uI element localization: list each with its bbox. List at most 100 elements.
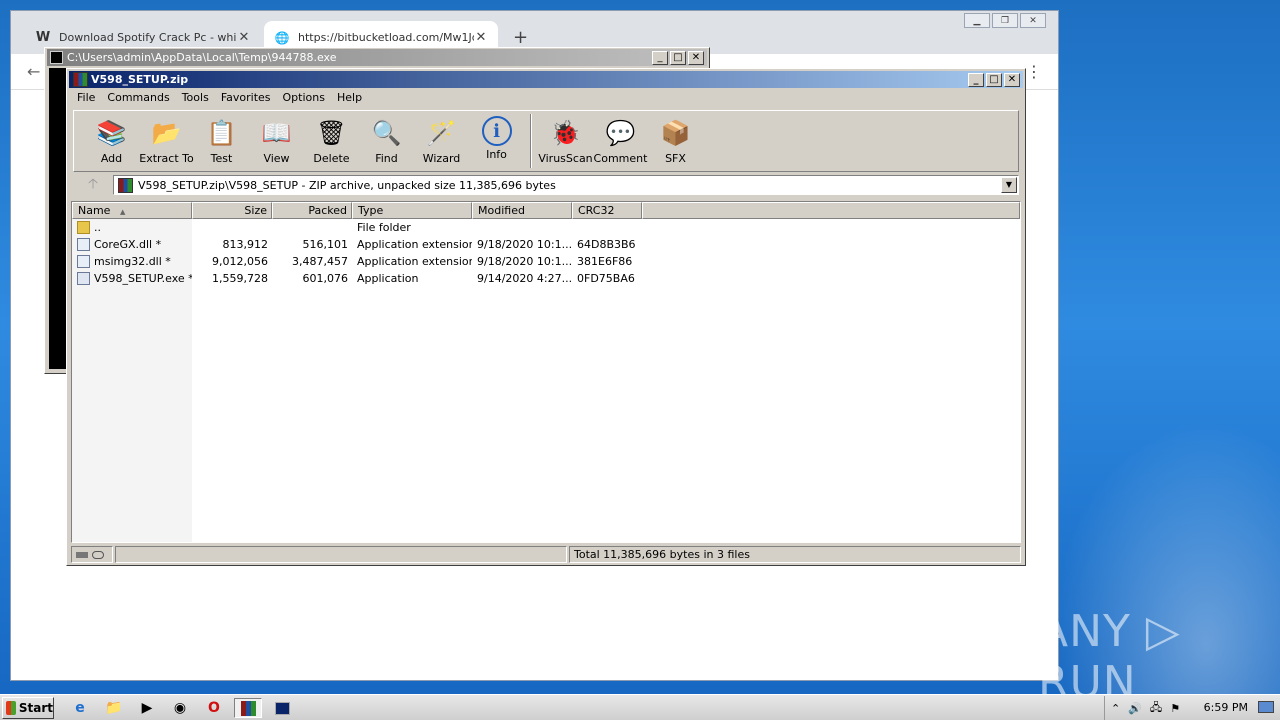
- console-title-text: C:\Users\admin\AppData\Local\Temp\944788…: [67, 51, 337, 64]
- new-tab-button[interactable]: +: [513, 27, 528, 48]
- tray-expand-icon[interactable]: ⌃: [1111, 702, 1120, 715]
- close-button[interactable]: ✕: [688, 51, 704, 65]
- table-row[interactable]: msimg32.dll * 9,012,056 3,487,457 Applic…: [72, 253, 1020, 270]
- menu-tools[interactable]: Tools: [180, 89, 215, 107]
- menu-help[interactable]: Help: [335, 89, 368, 107]
- chrome-icon[interactable]: ◉: [166, 698, 194, 718]
- clock[interactable]: 6:59 PM: [1204, 701, 1248, 714]
- view-label: View: [263, 152, 290, 165]
- volume-icon[interactable]: 🔊: [1128, 702, 1142, 715]
- taskbar: Start e 📁 ▶ ◉ O ⌃ 🔊 🖧 ⚑ 6:59 PM: [0, 694, 1280, 720]
- winrar-logo-icon: [73, 72, 88, 87]
- maximize-button[interactable]: □: [670, 51, 686, 65]
- tab-close-icon[interactable]: ✕: [474, 30, 488, 45]
- add-label: Add: [100, 152, 123, 165]
- menu-favorites[interactable]: Favorites: [219, 89, 277, 107]
- up-arrow-icon[interactable]: 🡡: [73, 173, 113, 197]
- delete-label: Delete: [313, 152, 350, 165]
- path-dropdown-arrow-icon[interactable]: ▼: [1001, 177, 1017, 193]
- extract-to-label: Extract To: [139, 152, 194, 165]
- add-archive-icon: 📚: [96, 119, 127, 147]
- winrar-toolbar: 📚 Add 📂 Extract To 📋 Test 📖 View 🗑 Delet…: [73, 110, 1019, 172]
- back-arrow-icon[interactable]: ←: [27, 62, 40, 81]
- test-button[interactable]: 📋 Test: [194, 111, 249, 171]
- start-button[interactable]: Start: [2, 697, 54, 719]
- windows-logo-icon: [6, 701, 16, 715]
- add-button[interactable]: 📚 Add: [84, 111, 139, 171]
- console-icon: [50, 51, 63, 64]
- menu-commands[interactable]: Commands: [105, 89, 175, 107]
- close-button[interactable]: ✕: [1020, 13, 1046, 28]
- menu-options[interactable]: Options: [281, 89, 331, 107]
- show-desktop-button[interactable]: [1258, 701, 1274, 713]
- network-icon[interactable]: 🖧: [1150, 699, 1162, 718]
- console-taskbar-icon[interactable]: [268, 698, 296, 718]
- virusscan-button[interactable]: 🐞 VirusScan: [538, 111, 593, 171]
- info-button[interactable]: ℹ Info: [469, 111, 524, 171]
- maximize-button[interactable]: ❐: [992, 13, 1018, 28]
- winrar-window: V598_SETUP.zip _ □ ✕ File Commands Tools…: [66, 68, 1026, 566]
- folder-icon: [77, 221, 90, 234]
- archive-path-field[interactable]: V598_SETUP.zip\V598_SETUP - ZIP archive,…: [113, 175, 1019, 195]
- winrar-menubar: File Commands Tools Favorites Options He…: [69, 89, 1023, 107]
- archive-icon: [118, 177, 133, 193]
- dll-file-icon: [77, 238, 90, 251]
- toolbar-separator: [530, 114, 532, 168]
- file-packed: 3,487,457: [292, 255, 348, 268]
- extract-to-button[interactable]: 📂 Extract To: [139, 111, 194, 171]
- maximize-button[interactable]: □: [986, 73, 1002, 87]
- minimize-button[interactable]: ▁: [964, 13, 990, 28]
- sfx-button[interactable]: 📦 SFX: [648, 111, 703, 171]
- system-tray: ⌃ 🔊 🖧 ⚑: [1104, 696, 1280, 720]
- address-row: 🡡 V598_SETUP.zip\V598_SETUP - ZIP archiv…: [73, 173, 1019, 197]
- browser-window-controls: ▁ ❐ ✕: [962, 13, 1046, 28]
- minimize-button[interactable]: _: [968, 73, 984, 87]
- column-header-crc32[interactable]: CRC32: [572, 202, 642, 219]
- column-header-modified[interactable]: Modified: [472, 202, 572, 219]
- anyrun-watermark: ANY ▷ RUN: [1038, 606, 1181, 708]
- column-name-label: Name: [78, 204, 111, 217]
- opera-icon[interactable]: O: [200, 698, 228, 718]
- column-header-type[interactable]: Type: [352, 202, 472, 219]
- browser-menu-icon[interactable]: ⋮: [1026, 62, 1042, 81]
- flag-icon[interactable]: ⚑: [1170, 702, 1180, 715]
- tab-title: Download Spotify Crack Pc - whichbr: [59, 31, 237, 44]
- find-button[interactable]: 🔍 Find: [359, 111, 414, 171]
- status-drive-icons[interactable]: [71, 546, 113, 563]
- console-titlebar[interactable]: C:\Users\admin\AppData\Local\Temp\944788…: [47, 49, 707, 66]
- table-row[interactable]: CoreGX.dll * 813,912 516,101 Application…: [72, 236, 1020, 253]
- bug-icon: 🐞: [550, 119, 581, 147]
- close-button[interactable]: ✕: [1004, 73, 1020, 87]
- media-player-icon[interactable]: ▶: [133, 698, 161, 718]
- start-label: Start: [18, 701, 53, 715]
- winrar-titlebar[interactable]: V598_SETUP.zip _ □ ✕: [69, 71, 1023, 88]
- wizard-button[interactable]: 🪄 Wizard: [414, 111, 469, 171]
- menu-file[interactable]: File: [75, 89, 101, 107]
- file-name: CoreGX.dll *: [94, 238, 162, 251]
- exe-file-icon: [77, 272, 90, 285]
- winrar-taskbar-icon[interactable]: [234, 698, 262, 718]
- comment-button[interactable]: 💬 Comment: [593, 111, 648, 171]
- column-header-packed[interactable]: Packed: [272, 202, 352, 219]
- file-list: Name ▲ Size Packed Type Modified CRC32 .…: [71, 201, 1021, 543]
- column-header-size[interactable]: Size: [192, 202, 272, 219]
- file-rows: .. File folder CoreGX.dll * 813,912 516,…: [72, 219, 1020, 287]
- info-icon: ℹ: [481, 116, 512, 146]
- file-crc: 0FD75BA6: [577, 272, 635, 285]
- minimize-button[interactable]: _: [652, 51, 668, 65]
- tab-close-icon[interactable]: ✕: [237, 30, 251, 45]
- file-explorer-icon[interactable]: 📁: [100, 698, 128, 718]
- delete-button[interactable]: 🗑 Delete: [304, 111, 359, 171]
- internet-explorer-icon[interactable]: e: [66, 698, 94, 718]
- magnifier-icon: 🔍: [371, 119, 402, 147]
- view-button[interactable]: 📖 View: [249, 111, 304, 171]
- column-header-name[interactable]: Name ▲: [72, 202, 192, 219]
- file-name: ..: [94, 221, 101, 234]
- file-modified: 9/18/2020 10:1...: [477, 255, 572, 268]
- file-name: V598_SETUP.exe *: [94, 272, 192, 285]
- book-icon: 📖: [261, 119, 292, 147]
- file-type: Application: [357, 272, 419, 285]
- table-row[interactable]: .. File folder: [72, 219, 1020, 236]
- site-favicon-icon: W: [35, 30, 51, 45]
- table-row[interactable]: V598_SETUP.exe * 1,559,728 601,076 Appli…: [72, 270, 1020, 287]
